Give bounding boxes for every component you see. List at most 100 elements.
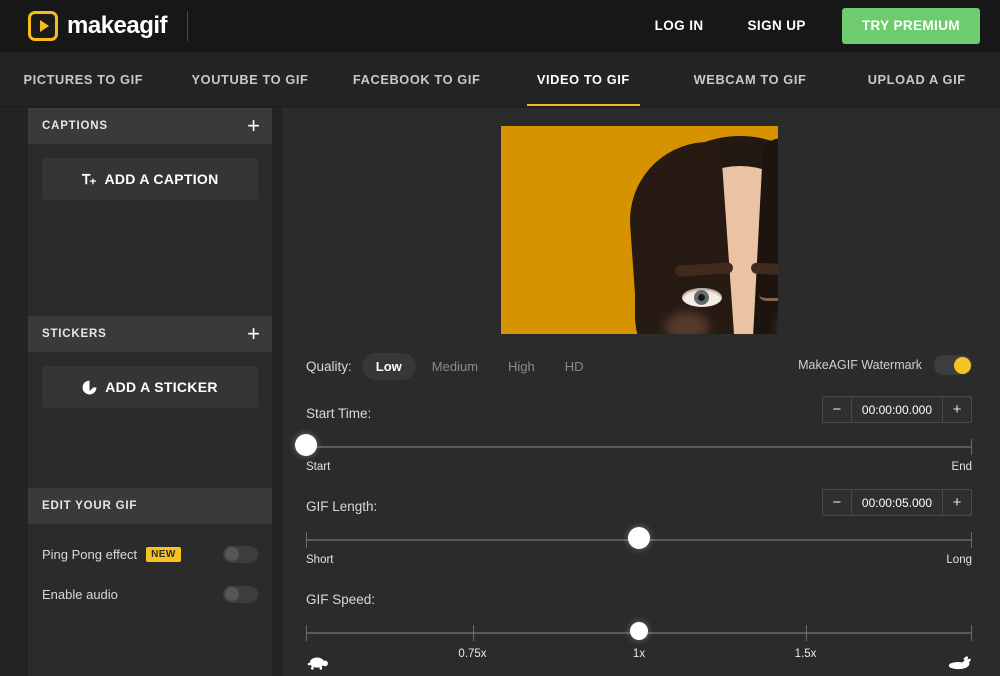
preview-container (306, 108, 972, 334)
toggle-knob (225, 547, 239, 561)
start-time-block: Start Time: − 00:00:00.000 + Start End (306, 398, 972, 473)
slider-tick-start (306, 532, 307, 548)
stickers-panel-header: STICKERS + (28, 316, 272, 352)
tab-youtube-to-gif[interactable]: YOUTUBE TO GIF (167, 52, 334, 106)
quality-option-hd[interactable]: HD (551, 353, 598, 380)
plus-icon[interactable]: + (236, 316, 272, 352)
quality-options: Low Medium High HD (362, 353, 598, 380)
main-nav: PICTURES TO GIF YOUTUBE TO GIF FACEBOOK … (0, 52, 1000, 107)
header-actions: LOG IN SIGN UP TRY PREMIUM (633, 0, 980, 52)
start-time-range-labels: Start End (306, 461, 972, 473)
header-divider (187, 11, 188, 41)
add-a-sticker-button[interactable]: ADD A STICKER (42, 366, 258, 408)
gif-length-stepper: − 00:00:05.000 + (822, 489, 972, 516)
gif-speed-label-15x: 1.5x (795, 648, 817, 660)
gif-length-block: GIF Length: − 00:00:05.000 + Short Long (306, 491, 972, 566)
slider-tick-075x (473, 625, 474, 641)
slider-tick-15x (806, 625, 807, 641)
enable-audio-row: Enable audio (28, 574, 272, 614)
nose (723, 332, 751, 334)
watermark-control: MakeAGIF Watermark (798, 355, 972, 375)
login-link[interactable]: LOG IN (633, 0, 726, 52)
workspace: CAPTIONS + ADD A CAPTION STICKERS (0, 108, 1000, 676)
start-time-increment-button[interactable]: + (943, 397, 971, 422)
gif-speed-label: GIF Speed: (306, 592, 375, 607)
gif-length-value[interactable]: 00:00:05.000 (851, 490, 943, 515)
tab-webcam-to-gif[interactable]: WEBCAM TO GIF (667, 52, 834, 106)
captions-title: CAPTIONS (42, 120, 108, 132)
editor-main: Quality: Low Medium High HD MakeAGIF Wat… (282, 108, 1000, 676)
cheek-left (665, 312, 709, 334)
video-preview[interactable] (501, 126, 778, 334)
start-time-label: Start Time: (306, 406, 371, 421)
watermark-label: MakeAGIF Watermark (798, 358, 922, 372)
sticker-icon (82, 380, 97, 395)
turtle-icon (306, 656, 328, 670)
ping-pong-effect-row: Ping Pong effect NEW (28, 534, 272, 574)
logo[interactable]: makeagif (28, 11, 167, 41)
watermark-toggle[interactable] (934, 355, 972, 375)
new-badge: NEW (146, 547, 181, 562)
iris (694, 290, 709, 305)
stickers-title: STICKERS (42, 328, 107, 340)
enable-audio-label: Enable audio (42, 587, 118, 602)
add-a-caption-label: ADD A CAPTION (104, 171, 218, 187)
eye-open (682, 288, 722, 307)
top-header: makeagif LOG IN SIGN UP TRY PREMIUM (0, 0, 1000, 52)
tab-upload-a-gif[interactable]: UPLOAD A GIF (833, 52, 1000, 106)
gif-length-max-label: Long (946, 554, 972, 566)
slider-tick-end (971, 439, 972, 455)
start-time-decrement-button[interactable]: − (823, 397, 851, 422)
tab-video-to-gif[interactable]: VIDEO TO GIF (500, 52, 667, 106)
toggle-knob (954, 357, 971, 374)
quality-option-low[interactable]: Low (362, 353, 416, 380)
quality-option-medium[interactable]: Medium (418, 353, 492, 380)
gif-length-increment-button[interactable]: + (943, 490, 971, 515)
logo-text: makeagif (67, 12, 167, 40)
gif-length-range-labels: Short Long (306, 554, 972, 566)
quality-row: Quality: Low Medium High HD MakeAGIF Wat… (306, 353, 972, 380)
gif-speed-slider[interactable] (306, 620, 972, 646)
ping-pong-effect-label: Ping Pong effect (42, 547, 137, 562)
gif-speed-label-1x: 1x (633, 648, 645, 660)
gif-length-decrement-button[interactable]: − (823, 490, 851, 515)
add-a-caption-button[interactable]: ADD A CAPTION (42, 158, 258, 200)
try-premium-button[interactable]: TRY PREMIUM (842, 8, 980, 44)
start-time-stepper: − 00:00:00.000 + (822, 396, 972, 423)
text-add-icon (81, 172, 96, 187)
stickers-panel-body: ADD A STICKER (28, 352, 272, 422)
quality-option-high[interactable]: High (494, 353, 549, 380)
gif-length-slider[interactable] (306, 527, 972, 553)
gif-length-slider-handle[interactable] (628, 527, 650, 549)
captions-panel-header: CAPTIONS + (28, 108, 272, 144)
start-time-min-label: Start (306, 461, 330, 473)
edit-your-gif-panel: EDIT YOUR GIF Ping Pong effect NEW Enabl… (28, 488, 272, 676)
stickers-panel: STICKERS + ADD A STICKER (28, 316, 272, 488)
start-time-slider-handle[interactable] (295, 434, 317, 456)
start-time-max-label: End (952, 461, 972, 473)
rabbit-icon (948, 656, 972, 670)
add-a-sticker-label: ADD A STICKER (105, 379, 218, 395)
plus-icon[interactable]: + (236, 108, 272, 144)
slider-tick-end (971, 532, 972, 548)
enable-audio-toggle[interactable] (223, 586, 258, 603)
gif-speed-slider-handle[interactable] (630, 622, 648, 640)
start-time-slider[interactable] (306, 434, 972, 460)
quality-label: Quality: (306, 359, 352, 374)
gif-length-label: GIF Length: (306, 499, 377, 514)
left-sidebar: CAPTIONS + ADD A CAPTION STICKERS (28, 108, 272, 676)
edit-your-gif-title: EDIT YOUR GIF (42, 500, 137, 512)
tab-pictures-to-gif[interactable]: PICTURES TO GIF (0, 52, 167, 106)
captions-panel: CAPTIONS + ADD A CAPTION (28, 108, 272, 316)
start-time-value[interactable]: 00:00:00.000 (851, 397, 943, 422)
gif-speed-tick-labels: 0.75x 1x 1.5x (306, 648, 972, 668)
signup-link[interactable]: SIGN UP (726, 0, 828, 52)
ping-pong-effect-toggle[interactable] (223, 546, 258, 563)
slider-tick-end (971, 625, 972, 641)
edit-your-gif-header: EDIT YOUR GIF (28, 488, 272, 524)
slider-track (306, 446, 972, 448)
gif-speed-block: GIF Speed: (306, 584, 972, 668)
toggle-knob (225, 587, 239, 601)
tab-facebook-to-gif[interactable]: FACEBOOK TO GIF (333, 52, 500, 106)
gif-length-min-label: Short (306, 554, 334, 566)
